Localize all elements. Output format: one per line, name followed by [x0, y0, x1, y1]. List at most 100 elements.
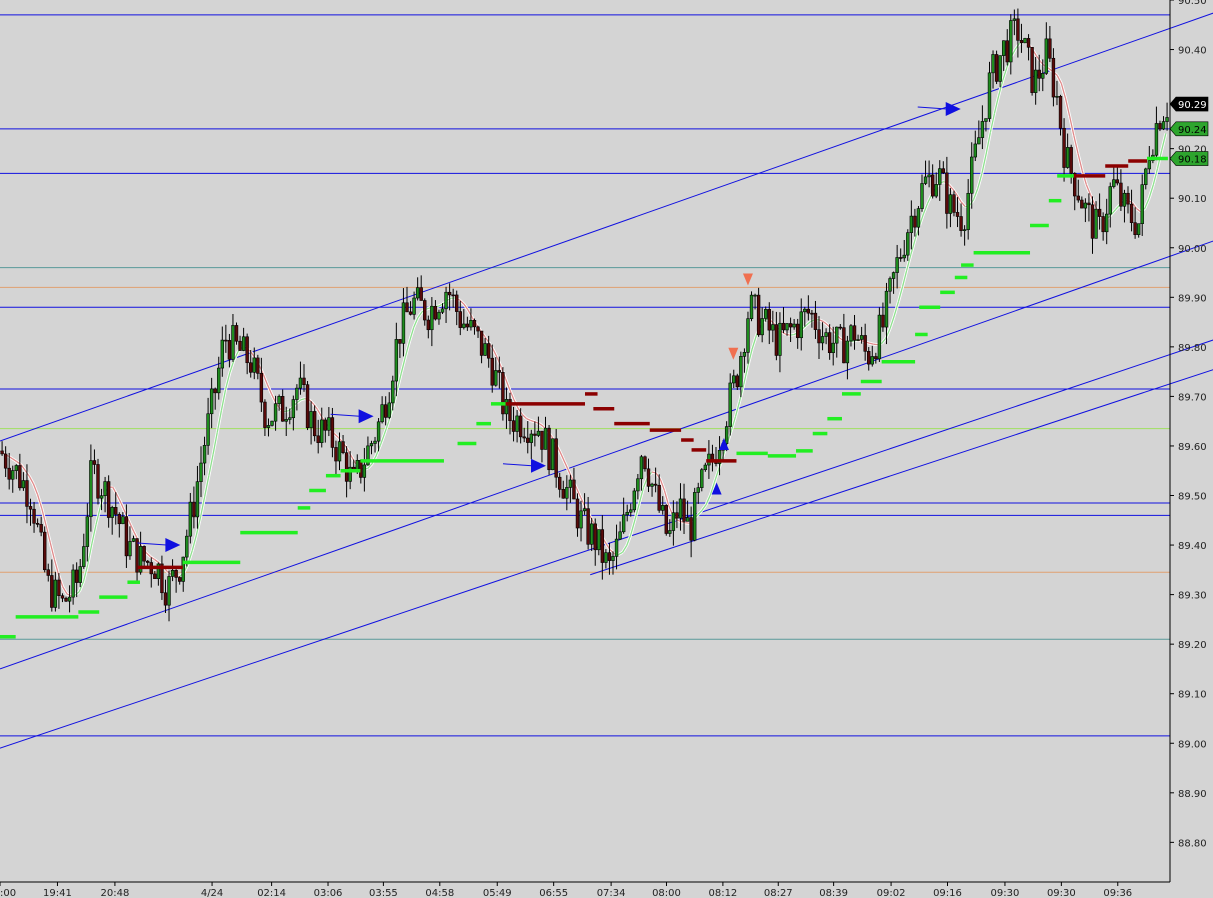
x-tick-label: 20:48: [100, 888, 129, 898]
candle-body: [799, 311, 803, 339]
y-tick-label: 89.40: [1178, 541, 1207, 552]
candle-body: [391, 380, 395, 404]
candle-body: [909, 215, 914, 233]
candle-body: [1023, 38, 1027, 44]
candle-body: [788, 323, 793, 328]
candle-body: [195, 481, 200, 518]
candle-body: [78, 566, 82, 583]
candle-body: [1165, 117, 1169, 122]
candle-body: [913, 215, 917, 228]
candle-body: [117, 514, 121, 525]
candle-body: [842, 327, 846, 364]
candle-body: [838, 326, 843, 329]
price-badge-label: 90.24: [1178, 125, 1207, 136]
candle-body: [497, 370, 502, 373]
candle-body: [89, 460, 93, 518]
candle-body: [696, 487, 700, 493]
candle-body: [795, 323, 800, 339]
candle-body: [987, 72, 992, 119]
candle-body: [1094, 208, 1098, 239]
candle-body: [82, 546, 86, 567]
candle-body: [785, 323, 789, 331]
x-tick-label: 09:30: [991, 888, 1020, 898]
candle-body: [344, 452, 349, 482]
candle-body: [813, 312, 818, 330]
candle-body: [607, 552, 612, 561]
x-tick-label: 08:00: [652, 888, 681, 898]
price-chart[interactable]: 90.5090.4090.2090.1090.0089.9089.8089.70…: [0, 0, 1213, 898]
y-tick-label: 89.70: [1178, 392, 1207, 403]
y-tick-label: 89.80: [1178, 343, 1207, 354]
x-tick-label: 06:55: [539, 888, 568, 898]
candle-body: [522, 436, 526, 439]
candle-body: [1005, 40, 1009, 63]
candle-body: [518, 415, 523, 438]
candle-body: [252, 357, 256, 373]
candle-body: [71, 569, 75, 598]
candle-body: [426, 319, 431, 331]
candle-body: [177, 577, 182, 582]
candle-body: [1037, 69, 1041, 79]
candle-body: [423, 300, 427, 321]
candle-body: [256, 357, 260, 374]
candle-body: [863, 335, 867, 352]
candle-body: [337, 441, 342, 462]
candle-body: [827, 332, 832, 354]
price-badge-label: 90.29: [1178, 100, 1207, 111]
candle-body: [760, 318, 764, 336]
candle-body: [739, 356, 743, 388]
candle-body: [561, 489, 565, 499]
candle-body: [586, 508, 590, 545]
candle-body: [302, 377, 306, 385]
candle-body: [415, 287, 420, 299]
candle-body: [192, 501, 196, 518]
candle-body: [405, 302, 409, 313]
candle-body: [1129, 203, 1134, 223]
candle-body: [483, 343, 487, 356]
x-tick-label: 03:06: [314, 888, 343, 898]
candle-body: [39, 524, 43, 533]
candle-body: [142, 546, 146, 562]
candle-body: [174, 570, 178, 578]
candle-body: [1133, 222, 1137, 235]
candle-body: [934, 184, 938, 197]
candle-body: [220, 339, 224, 369]
candle-body: [376, 421, 381, 442]
y-tick-label: 90.10: [1178, 194, 1207, 205]
candle-body: [490, 357, 494, 386]
candle-body: [980, 121, 985, 138]
candle-body: [977, 137, 981, 145]
candle-body: [1140, 184, 1144, 224]
candle-body: [469, 319, 473, 328]
candle-body: [685, 517, 690, 522]
candle-body: [146, 560, 150, 563]
candle-body: [888, 278, 892, 292]
candle-body: [618, 531, 622, 540]
candle-body: [284, 419, 288, 422]
y-tick-label: 89.50: [1178, 492, 1207, 503]
y-tick-label: 89.30: [1178, 591, 1207, 602]
candle-body: [600, 529, 605, 563]
candle-body: [930, 174, 935, 197]
candle-body: [309, 411, 313, 429]
x-tick-label: 08:39: [819, 888, 848, 898]
candle-body: [451, 294, 455, 297]
candle-body: [106, 481, 111, 518]
candle-body: [245, 336, 249, 364]
candle-body: [476, 326, 480, 332]
candle-body: [259, 373, 264, 403]
candle-body: [668, 530, 672, 534]
candle-body: [1030, 47, 1034, 93]
candle-body: [188, 501, 193, 537]
x-tick-label: 03:55: [369, 888, 398, 898]
candle-body: [1009, 20, 1013, 63]
candle-body: [646, 468, 651, 487]
candle-body: [1126, 192, 1130, 205]
candle-body: [778, 322, 782, 356]
candle-body: [64, 597, 68, 602]
candle-body: [224, 339, 228, 342]
candle-body: [742, 352, 747, 357]
candle-body: [355, 459, 359, 470]
candle-body: [334, 447, 338, 462]
candle-body: [970, 156, 974, 194]
